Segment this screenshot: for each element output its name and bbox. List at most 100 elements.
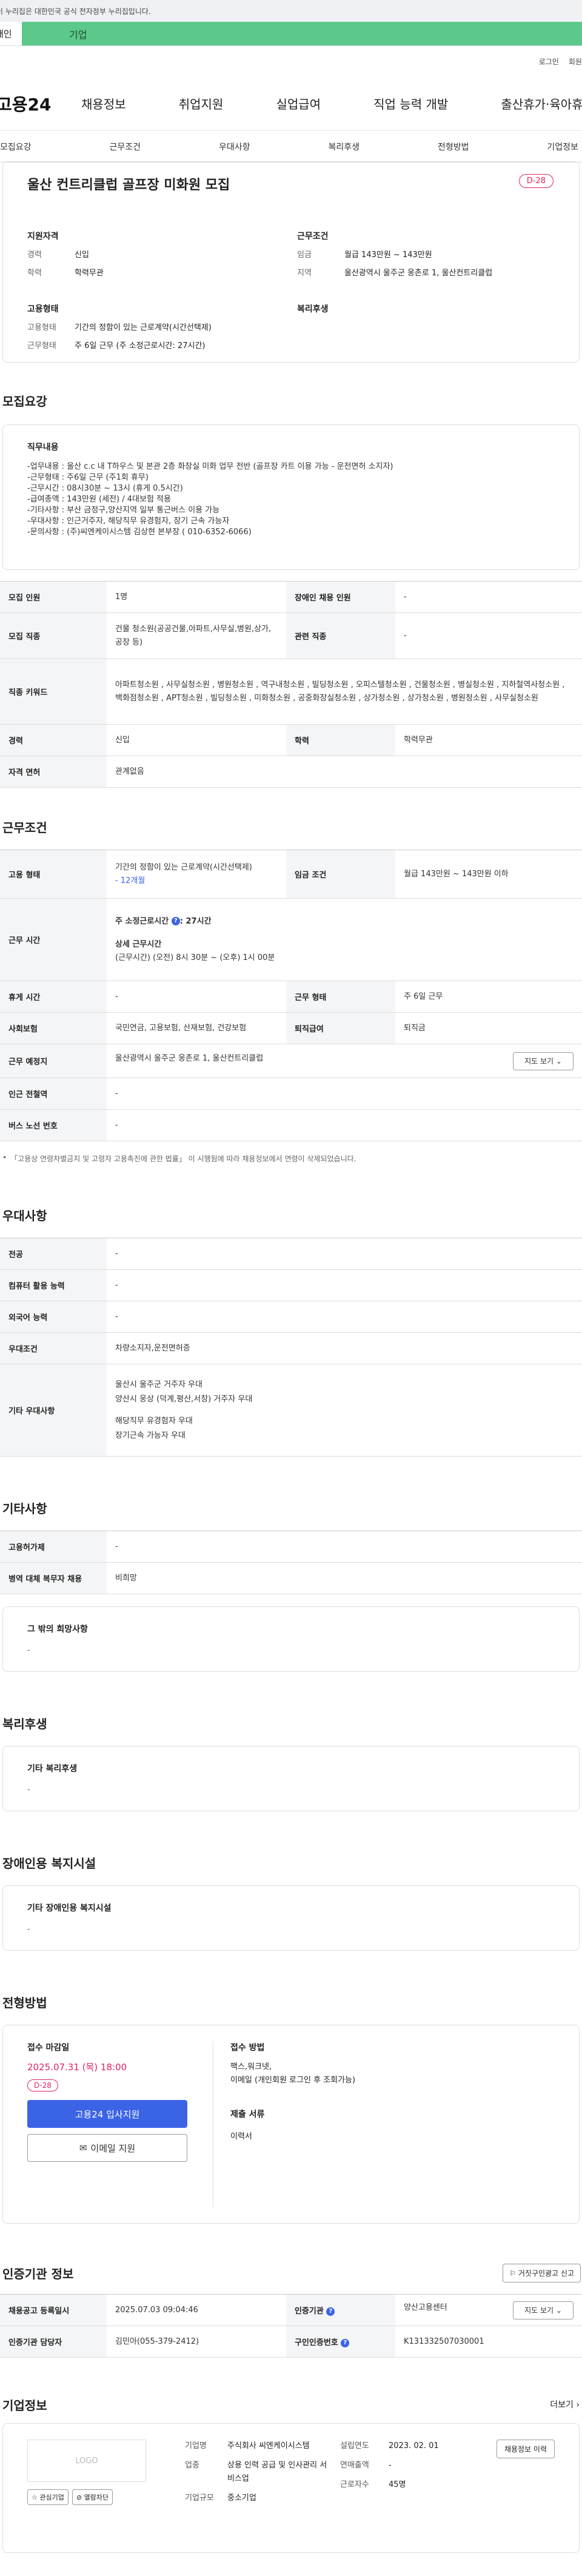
row-career-v: 신입	[107, 724, 286, 756]
duty-content: -업무내용 : 울산 c.c 내 T하우스 및 본관 2층 화장실 미화 업무 …	[27, 462, 393, 537]
email-apply-button[interactable]: ✉ 이메일 지원	[27, 2134, 187, 2162]
cond-time-detail-title: 상세 근무시간	[115, 939, 162, 949]
agency-mgr-v: 김민아(055-379-2412)	[107, 2326, 286, 2358]
agency-section-title: 인증기관 정보	[2, 2266, 74, 2281]
co-ind-v: 상용 인력 공급 및 인사관리 서비스업	[227, 2461, 327, 2483]
cond-wage-v2: 월급 143만원 ~ 143만원 이하	[395, 850, 582, 899]
cond-emp-sub: - 12개월	[115, 876, 146, 885]
disabled-value: -	[27, 1925, 30, 1934]
snb-process[interactable]: 전형방법	[438, 141, 469, 153]
snb-company[interactable]: 기업정보	[547, 141, 578, 153]
row-license-v: 관계없음	[107, 756, 582, 788]
pref-etc-line: 해당직무 유경험자 우대	[115, 1416, 193, 1426]
gnb-item-training[interactable]: 직업 능력 개발	[373, 95, 448, 112]
process-card: 접수 마감일 2025.07.31 (목) 18:00 D-28 고용24 입사…	[2, 2025, 580, 2224]
cond-subway-k: 인근 전철역	[0, 1078, 107, 1110]
recruit-table: 모집 인원 1명 장애인 채용 인원 - 모집 직종 건물 청소원(공공건물,아…	[0, 581, 582, 788]
emp-type-v: 기간의 정함이 있는 근로계약(시간선택제)	[75, 323, 212, 332]
info-icon[interactable]: ?	[171, 917, 180, 925]
cond-bus-v: -	[107, 1109, 582, 1141]
emp-form-k: 근무형태	[27, 341, 56, 351]
gnb-item-unemployment[interactable]: 실업급여	[276, 95, 321, 112]
pref-major-v: -	[107, 1238, 582, 1270]
join-link[interactable]: 회원가입	[569, 56, 582, 67]
cond-place-cell: 울산광역시 울주군 웅촌로 1, 울산컨트리클럽 지도 보기 ⌄	[107, 1044, 582, 1078]
agency-reg-v: 2025.07.03 09:04:46	[107, 2294, 286, 2326]
cond-wage-v: 월급 143만원 ~ 143만원	[344, 250, 432, 260]
gnb-item-employment[interactable]: 취업지원	[179, 95, 224, 112]
qual-edu-v: 학력무관	[75, 269, 104, 278]
row-license-k: 자격 면허	[0, 756, 107, 788]
deadline-title: 접수 마감일	[27, 2043, 70, 2053]
row-keyword-v: 아파트청소원 , 사무실청소원 , 병원청소원 , 역구내청소원 , 빌딩청소원…	[107, 659, 582, 725]
fav-company-button[interactable]: ☆ 관심기업	[27, 2489, 69, 2505]
utility-nav: 로그인 회원가입	[0, 46, 582, 76]
row-count-k: 모집 인원	[0, 581, 107, 613]
snb-recruit[interactable]: 모집요강	[0, 141, 32, 153]
chevron-down-icon: ⌄	[555, 2306, 562, 2315]
row-related-v: -	[395, 612, 582, 659]
report-button[interactable]: ⚐ 거짓구인광고 신고	[503, 2263, 581, 2283]
co-size-v: 중소기업	[227, 2494, 256, 2503]
apply-button[interactable]: 고용24 입사지원	[27, 2100, 187, 2128]
chevron-right-icon: ›	[576, 2400, 580, 2410]
history-button[interactable]: 채용정보 이력	[496, 2440, 555, 2458]
snb-conditions[interactable]: 근무조건	[109, 141, 141, 153]
block-company-button[interactable]: ⊘ 열람차단	[72, 2489, 113, 2505]
duty-title: 직무내용	[27, 443, 59, 452]
qual-edu-k: 학력	[27, 269, 42, 278]
cond-title: 근무조건	[297, 232, 329, 241]
map-button[interactable]: 지도 보기 ⌄	[513, 1052, 574, 1070]
co-size-k: 기업규모	[185, 2494, 214, 2503]
cond-form-v: 주 6일 근무	[395, 981, 582, 1013]
process-dday-badge: D-28	[27, 2079, 58, 2091]
cond-region-v: 울산광역시 울주군 웅촌로 1, 울산컨트리클럽	[344, 269, 493, 278]
etc-table: 고용허가제 - 병역 대체 복무자 채용 비희망	[0, 1531, 582, 1594]
cond-rest-v: -	[107, 981, 286, 1013]
info-icon[interactable]: ?	[326, 2307, 335, 2316]
process-section-title: 전형방법	[2, 1996, 47, 2010]
hope-card: 그 밖의 희망사항 -	[2, 1606, 580, 1672]
tab-individual[interactable]: 개인	[0, 22, 22, 45]
recruit-section-title: 모집요강	[2, 394, 47, 409]
agency-map-button[interactable]: 지도 보기 ⌄	[513, 2301, 574, 2319]
snb-welfare[interactable]: 복리후생	[328, 141, 360, 153]
tab-business[interactable]: 기업	[22, 22, 582, 45]
company-more-link[interactable]: 더보기 ›	[550, 2398, 580, 2410]
login-link[interactable]: 로그인	[539, 56, 559, 67]
prefer-section-title: 우대사항	[2, 1209, 47, 1223]
cond-emp-k: 고용 형태	[0, 850, 107, 899]
duty-card: 직무내용 -업무내용 : 울산 c.c 내 T하우스 및 본관 2층 화장실 미…	[2, 424, 580, 570]
company-logo: LOGO	[27, 2440, 146, 2482]
age-note-text: 「고용상 연령차별금지 및 고령자 고용촉진에 관한 법률」 이 시행됨에 따라…	[10, 1155, 356, 1163]
block-icon: ⊘	[76, 2494, 82, 2501]
cond-form-k: 근무 형태	[286, 981, 395, 1013]
gnb-item-jobs[interactable]: 채용정보	[81, 95, 126, 112]
site-logo[interactable]: 고용24	[0, 92, 81, 116]
cond-time-cell: 주 소정근로시간 ?: 27시간 상세 근무시간 (근무시간) (오전) 8시 …	[107, 898, 582, 981]
row-edu-k: 학력	[286, 724, 395, 756]
info-icon[interactable]: ?	[341, 2338, 350, 2347]
agency-num-v: K131332507030001	[395, 2326, 582, 2358]
agency-inst-v: 양산고용센터	[404, 2303, 447, 2312]
emp-title: 고용형태	[27, 304, 59, 314]
row-related-k: 관련 직종	[286, 612, 395, 659]
agency-inst-kcell: 인증기관 ?	[286, 2294, 395, 2326]
welfare-value: -	[27, 1785, 30, 1794]
company-card: LOGO ☆ 관심기업 ⊘ 열람차단 기업명 주식회사 씨엔케이시스템 업종 상용 …	[2, 2423, 580, 2553]
method-title: 접수 방법	[230, 2043, 265, 2053]
disabled-section-title: 장애인용 복지시설	[2, 1856, 96, 1871]
gnb-item-leave[interactable]: 출산휴가·육아휴직	[501, 95, 582, 112]
agency-map-label: 지도 보기	[524, 2306, 554, 2315]
pref-lang-k: 외국어 능력	[0, 1301, 107, 1333]
pref-computer-k: 컴퓨터 활용 능력	[0, 1269, 107, 1301]
pref-etc-line: 울산시 울주군 거주자 우대	[115, 1380, 202, 1389]
cond-bus-k: 버스 노선 번호	[0, 1109, 107, 1141]
cond-time-total-v: 27시간	[186, 916, 212, 926]
cond-time-detail: (근무시간) (오전) 8시 30분 ~ (오후) 1시 00분	[115, 953, 275, 962]
welfare-title: 기타 복리후생	[27, 1764, 78, 1774]
co-est-v: 2023. 02. 01	[389, 2441, 439, 2450]
company-section-title: 기업정보	[2, 2398, 47, 2413]
snb-prefer[interactable]: 우대사항	[219, 141, 250, 153]
cond-region-k: 지역	[297, 269, 312, 278]
